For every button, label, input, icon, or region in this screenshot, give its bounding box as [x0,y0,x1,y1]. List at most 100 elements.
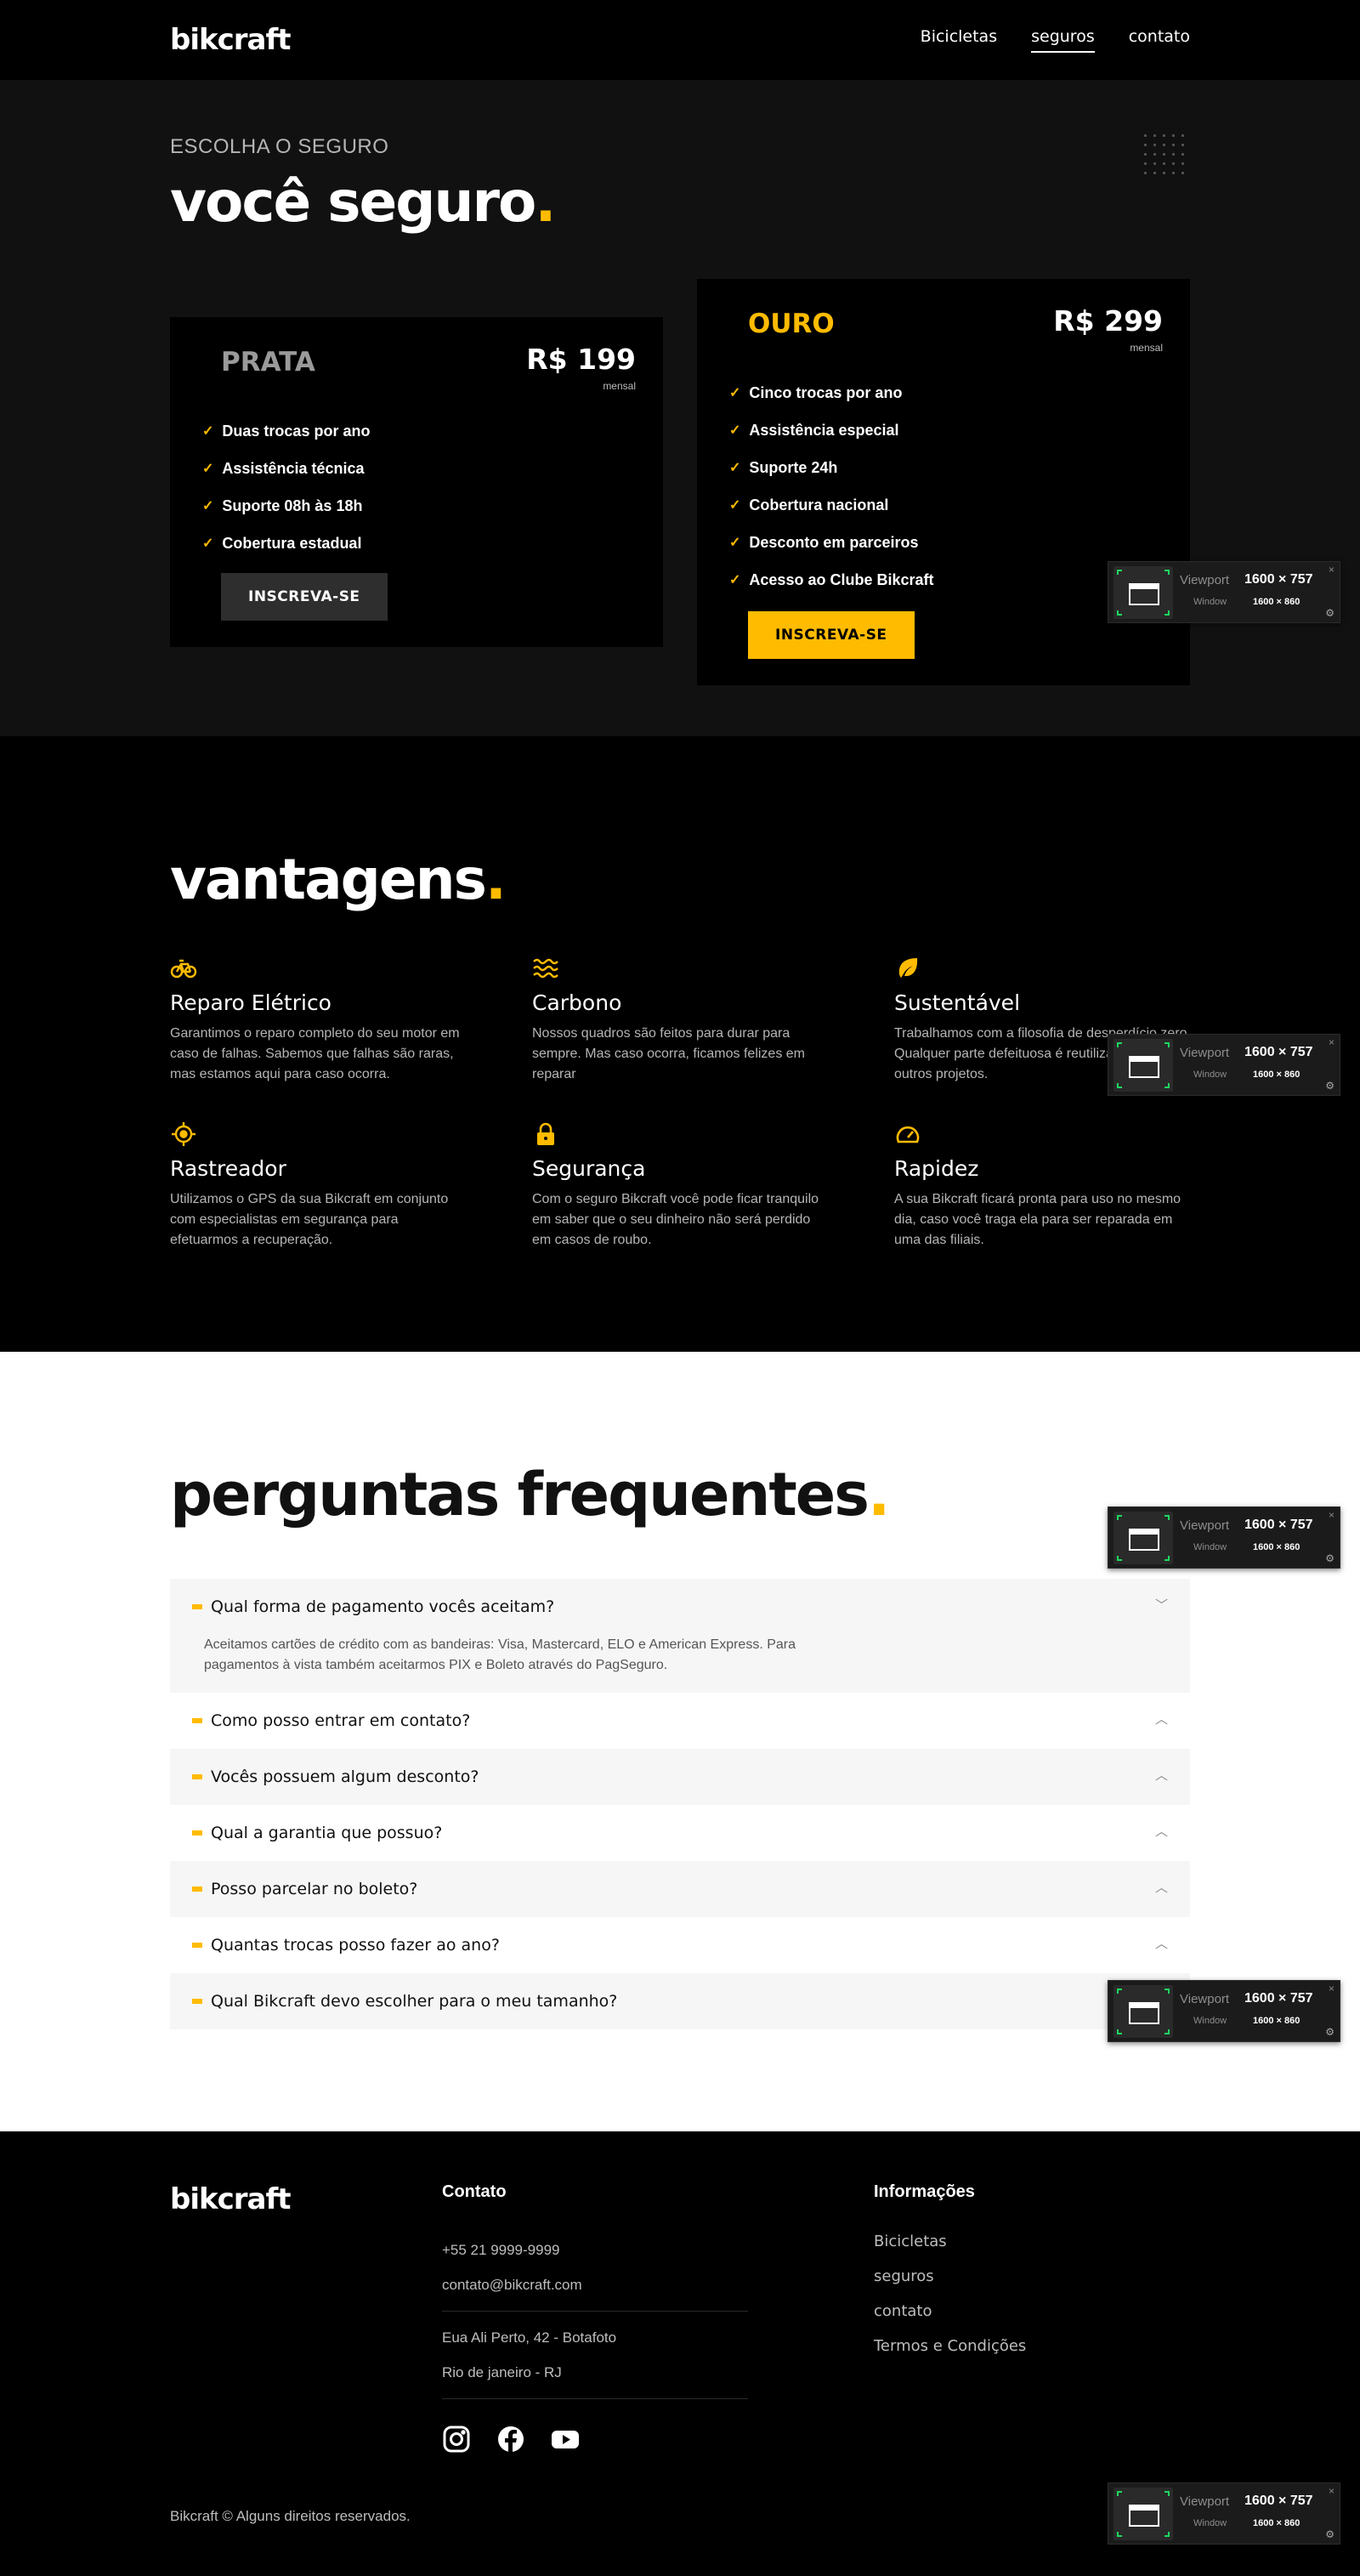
faq-item[interactable]: Qual a garantia que possuo? ︿ [170,1805,1190,1861]
chevron-up-icon[interactable]: ︿ [1155,1878,1168,1896]
plan-feature: ✓ Acesso ao Clube Bikcraft [729,561,933,599]
plan-feature-text: Duas trocas por ano [222,422,371,440]
viewport-value: 1600 × 757 [1244,572,1313,587]
nav-link-bicicletas[interactable]: Bicicletas [921,27,997,53]
footer-link-bicicletas[interactable]: Bicicletas [874,2233,1026,2267]
chevron-up-icon[interactable]: ︿ [1155,1710,1168,1728]
nav-link-seguros[interactable]: seguros [1031,27,1095,53]
footer-phone[interactable]: +55 21 9999-9999 [442,2233,748,2267]
chevron-up-icon[interactable]: ︿ [1155,1822,1168,1840]
gear-icon[interactable]: ⚙ [1325,1552,1334,1564]
faq-question[interactable]: Como posso entrar em contato? [192,1693,1168,1749]
instagram-icon[interactable] [442,2425,471,2454]
plan-feature-text: Assistência especial [749,421,899,439]
chevron-down-icon[interactable]: ﹀ [1155,1596,1168,1614]
faq-question[interactable]: Posso parcelar no boleto? [192,1861,1168,1917]
viewport-value: 1600 × 757 [1244,1991,1313,2006]
viewport-size-widget[interactable]: Viewport 1600 × 757 Window 1600 × 860 × … [1108,1506,1340,1569]
plan-features: ✓ Duas trocas por ano ✓ Assistência técnic… [202,412,370,562]
gear-icon[interactable]: ⚙ [1325,607,1334,619]
benefit-text: Nossos quadros são feitos para durar par… [532,1026,805,1081]
plan-card-ouro: OURO R$ 299 mensal ✓ Cinco trocas por ano… [697,279,1190,685]
viewport-size-widget[interactable]: Viewport 1600 × 757 Window 1600 × 860 × … [1108,2482,1340,2545]
faq-bullet [192,1774,202,1779]
leaf-icon [894,955,921,982]
youtube-icon[interactable] [551,2425,580,2454]
plan-feature-text: Cobertura nacional [749,496,889,513]
faq-question-text: Qual Bikcraft devo escolher para o meu t… [211,1992,618,2011]
footer-logo[interactable]: bikcraft [170,2182,292,2216]
close-icon[interactable]: × [1329,1036,1334,1048]
faq-item[interactable]: Qual Bikcraft devo escolher para o meu t… [170,1973,1190,2029]
faq-question[interactable]: Qual Bikcraft devo escolher para o meu t… [192,1973,1168,2029]
window-icon [1114,2488,1173,2540]
chevron-up-icon[interactable]: ︿ [1155,1766,1168,1784]
faq-item[interactable]: Vocês possuem algum desconto? ︿ [170,1749,1190,1805]
gear-icon[interactable]: ⚙ [1325,2528,1334,2540]
plan-feature: ✓ Cobertura estadual [202,525,370,562]
window-icon [1114,1039,1173,1092]
footer-link-termos[interactable]: Termos e Condições [874,2337,1026,2372]
chevron-up-icon[interactable]: ︿ [1155,1934,1168,1952]
plan-feature-text: Cobertura estadual [222,534,362,552]
corner-mark [1117,1042,1122,1047]
page-title-text: você seguro [170,169,536,235]
faq-item[interactable]: Qual forma de pagamento vocês aceitam? ﹀… [170,1579,1190,1693]
footer-email[interactable]: contato@bikcraft.com [442,2267,748,2302]
footer-link-seguros[interactable]: seguros [874,2267,1026,2302]
faq-question-text: Quantas trocas posso fazer ao ano? [211,1936,500,1955]
corner-mark [1164,2532,1170,2537]
faq-question[interactable]: Qual a garantia que possuo? [192,1805,1168,1861]
corner-mark [1164,1556,1170,1561]
corner-mark [1164,610,1170,616]
window-icon [1114,1985,1173,2038]
subscribe-button-ouro[interactable]: INSCREVA-SE [748,611,915,659]
benefit-item: Reparo Elétrico Garantimos o reparo comp… [170,955,532,1085]
page-title: você seguro. [170,169,1190,235]
subscribe-button-prata[interactable]: INSCREVA-SE [221,573,388,621]
viewport-label: Viewport [1180,1518,1230,1533]
close-icon[interactable]: × [1329,1509,1334,1521]
site-logo[interactable]: bikcraft [170,23,292,57]
benefits-grid: Reparo Elétrico Garantimos o reparo comp… [170,955,1191,1251]
plan-feature: ✓ Assistência especial [729,411,933,449]
corner-mark [1117,1989,1122,1994]
plan-feature-text: Acesso ao Clube Bikcraft [749,570,934,588]
gear-icon[interactable]: ⚙ [1325,2026,1334,2038]
window-label: Window [1193,1070,1227,1080]
faq-item[interactable]: Quantas trocas posso fazer ao ano? ︿ [170,1917,1190,1973]
faq-question[interactable]: Qual forma de pagamento vocês aceitam? [192,1579,1168,1635]
viewport-size-widget[interactable]: Viewport 1600 × 757 Window 1600 × 860 × … [1108,1034,1340,1096]
viewport-size-widget[interactable]: Viewport 1600 × 757 Window 1600 × 860 × … [1108,561,1340,623]
faq-item[interactable]: Posso parcelar no boleto? ︿ [170,1861,1190,1917]
window-label: Window [1193,597,1227,607]
plan-period: mensal [603,380,636,392]
facebook-icon[interactable] [496,2425,525,2454]
check-icon: ✓ [202,462,214,476]
benefit-title: Rastreador [170,1156,286,1181]
close-icon[interactable]: × [1329,564,1334,576]
viewport-size-widget[interactable]: Viewport 1600 × 757 Window 1600 × 860 × … [1108,1980,1340,2042]
faq-question-text: Qual a garantia que possuo? [211,1824,443,1842]
faq-question[interactable]: Quantas trocas posso fazer ao ano? [192,1917,1168,1973]
benefit-item: Carbono Nossos quadros são feitos para d… [532,955,894,1085]
close-icon[interactable]: × [1329,2485,1334,2497]
benefit-title: Rapidez [894,1156,979,1181]
benefit-title: Sustentável [894,990,1021,1015]
faq-item[interactable]: Como posso entrar em contato? ︿ [170,1693,1190,1749]
close-icon[interactable]: × [1329,1983,1334,1994]
corner-mark [1164,1989,1170,1994]
window-value: 1600 × 860 [1253,597,1300,607]
check-icon: ✓ [729,573,741,587]
faq-question[interactable]: Vocês possuem algum desconto? [192,1749,1168,1805]
footer-link-contato[interactable]: contato [874,2302,1026,2337]
nav-link-contato[interactable]: contato [1129,27,1190,53]
faq-list: Qual forma de pagamento vocês aceitam? ﹀… [170,1579,1190,2029]
viewport-value: 1600 × 757 [1244,1518,1313,1532]
viewport-label: Viewport [1180,1992,1230,2006]
check-icon: ✓ [729,536,741,550]
target-icon [170,1121,197,1148]
gear-icon[interactable]: ⚙ [1325,1080,1334,1092]
footer-contact: Contato +55 21 9999-9999 contato@bikcraf… [442,2182,748,2454]
speedometer-icon [894,1121,921,1148]
